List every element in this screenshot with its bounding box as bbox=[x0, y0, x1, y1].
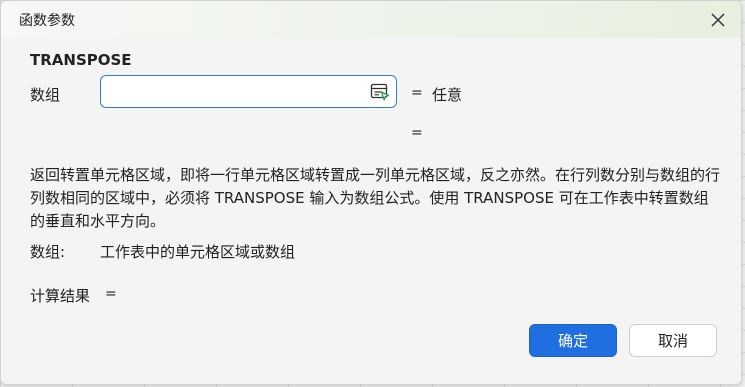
range-select-icon bbox=[370, 83, 390, 101]
function-name: TRANSPOSE bbox=[30, 51, 132, 69]
array-input[interactable] bbox=[109, 80, 368, 104]
cancel-button[interactable]: 取消 bbox=[629, 324, 717, 357]
result-label: 计算结果 bbox=[30, 287, 91, 305]
ok-button[interactable]: 确定 bbox=[529, 324, 617, 357]
function-arguments-dialog: 函数参数 TRANSPOSE 数组 = 任意 = 返回转置单元格区域，即将一行单… bbox=[0, 0, 742, 385]
argument-help-text: 工作表中的单元格区域或数组 bbox=[100, 243, 296, 261]
range-select-button[interactable] bbox=[370, 82, 390, 102]
argument-equals: = bbox=[411, 85, 423, 101]
argument-help-label: 数组: bbox=[30, 243, 66, 261]
function-result-equals: = bbox=[411, 125, 423, 141]
argument-label: 数组 bbox=[30, 86, 61, 104]
argument-value-preview: 任意 bbox=[432, 86, 463, 104]
close-button[interactable] bbox=[705, 7, 731, 33]
dialog-titlebar: 函数参数 bbox=[1, 1, 741, 38]
dialog-title: 函数参数 bbox=[19, 13, 75, 29]
function-description: 返回转置单元格区域，即将一行单元格区域转置成一列单元格区域，反之亦然。在行列数分… bbox=[30, 166, 721, 230]
result-equals: = bbox=[105, 286, 117, 302]
close-icon bbox=[711, 13, 725, 27]
argument-input-container bbox=[100, 75, 397, 108]
